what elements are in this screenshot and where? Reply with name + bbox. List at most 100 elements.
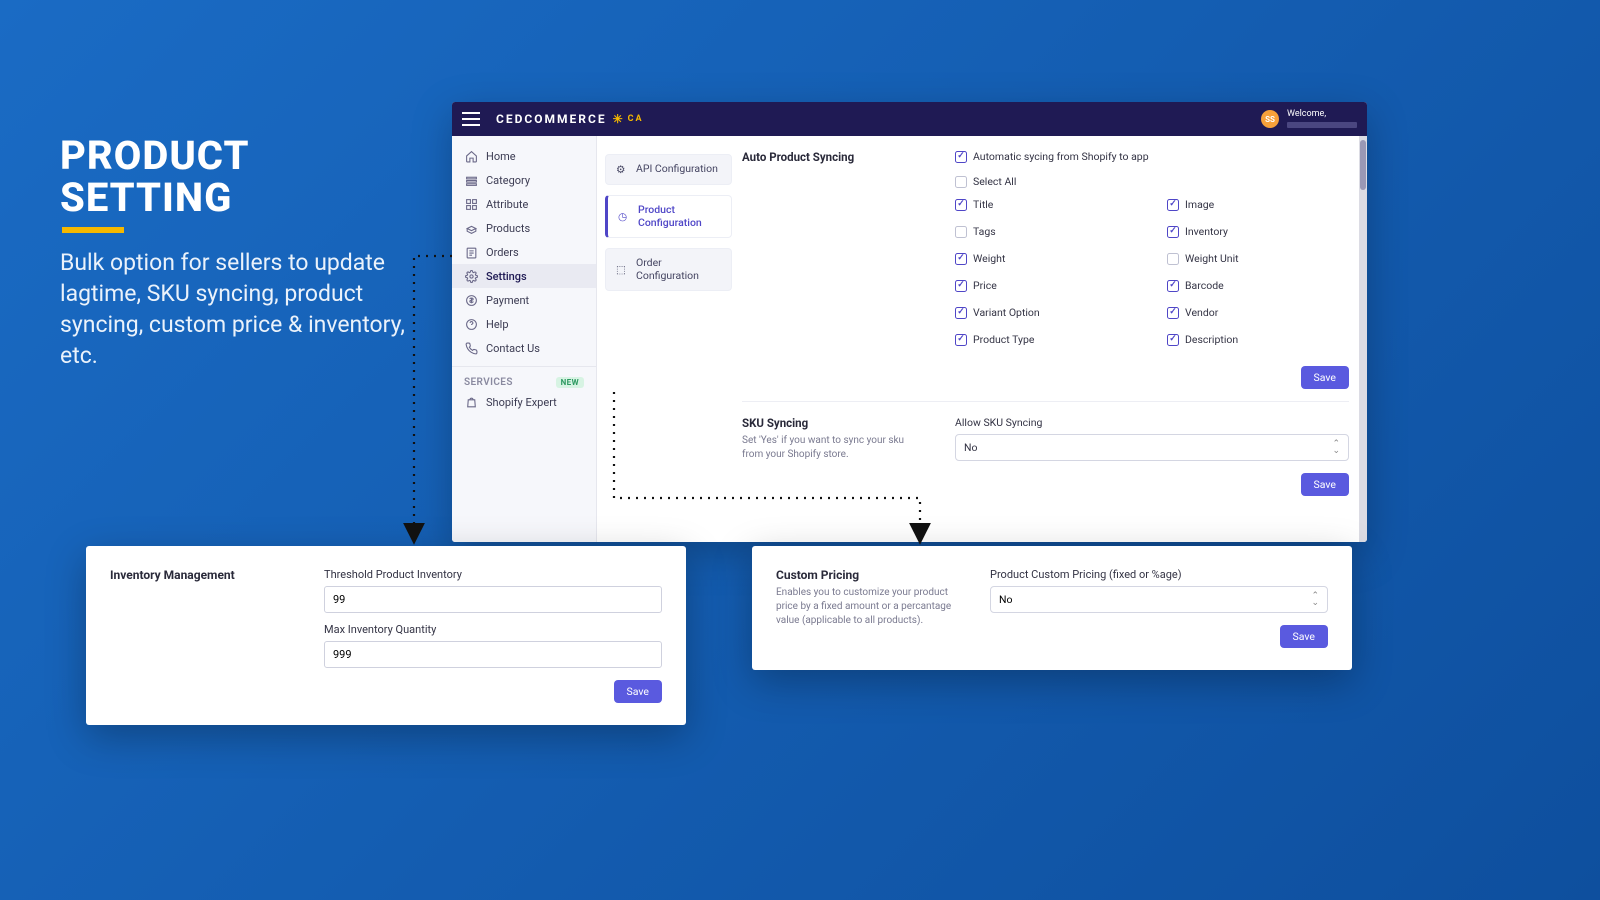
gear-icon: ⚙ bbox=[616, 163, 629, 176]
category-icon bbox=[464, 173, 478, 187]
save-button-pricing[interactable]: Save bbox=[1280, 625, 1328, 648]
welcome-text: Welcome, bbox=[1287, 110, 1357, 120]
save-button-sku[interactable]: Save bbox=[1301, 473, 1349, 496]
bag-icon bbox=[464, 395, 478, 409]
checkbox-variant[interactable]: Variant Option bbox=[955, 306, 1137, 319]
section-title: SKU Syncing bbox=[742, 416, 927, 430]
checkbox-label: Description bbox=[1185, 333, 1238, 346]
sidebar-item-category[interactable]: Category bbox=[452, 168, 596, 192]
section-auto-sync: Auto Product Syncing Automatic sycing fr… bbox=[742, 150, 1349, 402]
checkbox-price[interactable]: Price bbox=[955, 279, 1137, 292]
avatar[interactable]: SS bbox=[1261, 110, 1279, 128]
field-label: Allow SKU Syncing bbox=[955, 416, 1349, 429]
threshold-input[interactable] bbox=[324, 586, 662, 613]
checkbox-icon bbox=[955, 199, 967, 211]
checkbox-label: Vendor bbox=[1185, 306, 1218, 319]
checkbox-icon bbox=[1167, 253, 1179, 265]
section-sku-sync: SKU Syncing Set 'Yes' if you want to syn… bbox=[742, 416, 1349, 508]
checkbox-inventory[interactable]: Inventory bbox=[1167, 225, 1349, 238]
subtab-label: Product Configuration bbox=[638, 204, 721, 229]
main-app-window: CEDCOMMERCE ✳CA SS Welcome, Home Categor… bbox=[452, 102, 1367, 542]
checkbox-label: Select All bbox=[973, 175, 1016, 188]
checkbox-vendor[interactable]: Vendor bbox=[1167, 306, 1349, 319]
box-icon: ⬚ bbox=[616, 263, 629, 276]
checkbox-label: Image bbox=[1185, 198, 1214, 211]
checkbox-icon bbox=[955, 151, 967, 163]
sidebar-label: Category bbox=[486, 174, 530, 187]
select-value: No bbox=[964, 441, 977, 454]
sidebar-item-home[interactable]: Home bbox=[452, 144, 596, 168]
sidebar-item-help[interactable]: Help bbox=[452, 312, 596, 336]
checkbox-icon bbox=[955, 176, 967, 188]
checkbox-weight[interactable]: Weight bbox=[955, 252, 1137, 265]
products-icon bbox=[464, 221, 478, 235]
sidebar-label: Shopify Expert bbox=[486, 396, 557, 409]
welcome-block: Welcome, bbox=[1287, 110, 1357, 128]
subtab-api[interactable]: ⚙ API Configuration bbox=[605, 154, 732, 185]
checkbox-image[interactable]: Image bbox=[1167, 198, 1349, 211]
checkbox-label: Barcode bbox=[1185, 279, 1224, 292]
sidebar-label: Products bbox=[486, 222, 530, 235]
home-icon bbox=[464, 149, 478, 163]
sidebar-label: Orders bbox=[486, 246, 519, 259]
checkbox-weight-unit[interactable]: Weight Unit bbox=[1167, 252, 1349, 265]
checkbox-select-all[interactable]: Select All bbox=[955, 175, 1349, 188]
sidebar-label: Help bbox=[486, 318, 509, 331]
sidebar-label: Attribute bbox=[486, 198, 528, 211]
checkbox-auto-sync[interactable]: Automatic sycing from Shopify to app bbox=[955, 150, 1349, 163]
checkbox-tags[interactable]: Tags bbox=[955, 225, 1137, 238]
spark-icon: ✳ bbox=[613, 112, 625, 126]
popup-title: Inventory Management bbox=[110, 568, 290, 582]
pricing-select[interactable]: No ⌃⌄ bbox=[990, 586, 1328, 613]
sidebar-item-settings[interactable]: Settings bbox=[452, 264, 596, 288]
checkbox-icon bbox=[955, 280, 967, 292]
gear-icon bbox=[464, 269, 478, 283]
checkbox-barcode[interactable]: Barcode bbox=[1167, 279, 1349, 292]
sidebar-label: Settings bbox=[486, 270, 527, 283]
checkbox-description[interactable]: Description bbox=[1167, 333, 1349, 346]
popup-title: Custom Pricing bbox=[776, 568, 956, 582]
save-button-autosync[interactable]: Save bbox=[1301, 366, 1349, 389]
sidebar-item-orders[interactable]: Orders bbox=[452, 240, 596, 264]
settings-subnav: ⚙ API Configuration ◷Product Configuratio… bbox=[597, 136, 732, 542]
checkbox-label: Variant Option bbox=[973, 306, 1040, 319]
updown-icon: ⌃⌄ bbox=[1311, 593, 1319, 606]
sidebar-item-products[interactable]: Products bbox=[452, 216, 596, 240]
subtab-order[interactable]: ⬚Order Configuration bbox=[605, 248, 732, 291]
checkbox-product-type[interactable]: Product Type bbox=[955, 333, 1137, 346]
sku-select[interactable]: No ⌃⌄ bbox=[955, 434, 1349, 461]
checkbox-icon bbox=[1167, 199, 1179, 211]
sidebar-item-shopify-expert[interactable]: Shopify Expert bbox=[452, 390, 596, 414]
checkbox-label: Automatic sycing from Shopify to app bbox=[973, 150, 1149, 163]
subtab-product[interactable]: ◷Product Configuration bbox=[605, 195, 732, 238]
help-icon bbox=[464, 317, 478, 331]
checkbox-icon bbox=[955, 226, 967, 238]
topbar: CEDCOMMERCE ✳CA SS Welcome, bbox=[452, 102, 1367, 136]
checkbox-label: Title bbox=[973, 198, 993, 211]
hamburger-icon[interactable] bbox=[462, 112, 480, 126]
checkbox-icon bbox=[955, 307, 967, 319]
attribute-icon bbox=[464, 197, 478, 211]
sidebar-item-attribute[interactable]: Attribute bbox=[452, 192, 596, 216]
brand-text: CEDCOMMERCE bbox=[496, 112, 607, 126]
section-title: Auto Product Syncing bbox=[742, 150, 927, 164]
updown-icon: ⌃⌄ bbox=[1332, 441, 1340, 454]
checkbox-title[interactable]: Title bbox=[955, 198, 1137, 211]
field-label: Max Inventory Quantity bbox=[324, 623, 662, 636]
services-header: SERVICESNEW bbox=[452, 373, 596, 390]
brand-sub: CA bbox=[628, 114, 644, 124]
sidebar-item-payment[interactable]: Payment bbox=[452, 288, 596, 312]
welcome-name-placeholder bbox=[1287, 122, 1357, 128]
field-label: Product Custom Pricing (fixed or %age) bbox=[990, 568, 1328, 581]
field-label: Threshold Product Inventory bbox=[324, 568, 662, 581]
checkbox-icon bbox=[1167, 280, 1179, 292]
checkbox-label: Price bbox=[973, 279, 997, 292]
hero-title: PRODUCT SETTING bbox=[60, 135, 420, 219]
contact-icon bbox=[464, 341, 478, 355]
select-value: No bbox=[999, 593, 1012, 606]
max-inventory-input[interactable] bbox=[324, 641, 662, 668]
subtab-label: API Configuration bbox=[636, 163, 718, 176]
save-button-inventory[interactable]: Save bbox=[614, 680, 662, 703]
sidebar-item-contact[interactable]: Contact Us bbox=[452, 336, 596, 360]
hero-underline bbox=[62, 227, 124, 233]
